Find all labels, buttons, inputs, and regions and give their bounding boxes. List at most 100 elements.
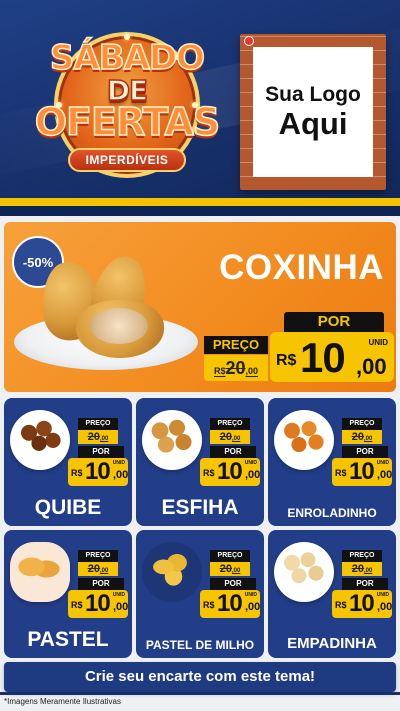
new-price-tag: R$ 10 ,00 UNID	[68, 458, 128, 486]
old-price: 20,00	[342, 562, 382, 576]
new-price-tag: R$ 10 ,00 UNID	[332, 458, 392, 486]
old-price-value: 20	[87, 563, 100, 575]
old-price-label: PREÇO	[342, 550, 382, 562]
old-price-cents: ,00	[231, 436, 241, 442]
new-price-value: 10	[85, 458, 111, 485]
new-price-cents: ,00	[356, 354, 387, 379]
new-price-tag: R$ 10 ,00 UNID	[200, 590, 260, 618]
currency: R$	[203, 468, 215, 478]
unit-label: UNID	[112, 592, 125, 598]
new-price-label: POR	[342, 446, 388, 458]
old-price-value: 20	[219, 431, 232, 443]
old-price-cents: ,00	[99, 568, 109, 574]
product-card-pastel[interactable]: PREÇO 20,00 POR R$ 10 ,00 UNID PASTEL	[4, 530, 132, 658]
old-price-cents: ,00	[363, 436, 373, 442]
unit-label: UNID	[244, 460, 257, 466]
old-price: 20,00	[210, 562, 250, 576]
coxinha-cut-image	[76, 300, 164, 358]
new-price-value: 10	[349, 458, 375, 485]
empadinha-image	[278, 548, 328, 590]
sabado-de-ofertas-badge: SÁBADO DE OFERTAS IMPERDÍVEIS	[28, 28, 226, 178]
old-price-label: PREÇO	[210, 418, 250, 430]
badge-ribbon: IMPERDÍVEIS	[68, 148, 186, 172]
new-price-label: POR	[210, 446, 256, 458]
logo-text-line-2: Aqui	[278, 106, 348, 141]
old-price-label: PREÇO	[210, 550, 250, 562]
new-price-tag: R$ 10 ,00 UNID	[200, 458, 260, 486]
product-name: EMPADINHA	[287, 635, 377, 652]
logo-placeholder[interactable]: Sua Logo Aqui	[253, 47, 373, 177]
header-stripe	[0, 198, 400, 206]
logo-text-line-1: Sua Logo	[265, 83, 361, 106]
new-price-value: 10	[300, 334, 346, 381]
disclaimer-text: *Imagens Meramente Ilustrativas	[4, 697, 121, 706]
new-price-label: POR	[342, 578, 388, 590]
old-price-cents: ,00	[99, 436, 109, 442]
header: SÁBADO DE OFERTAS IMPERDÍVEIS Sua Logo A…	[0, 0, 400, 216]
enroladinho-image	[278, 416, 328, 458]
esfiha-image	[146, 416, 196, 458]
quibe-image	[14, 416, 64, 458]
new-price-tag: R$ 10 ,00 UNID	[332, 590, 392, 618]
product-name: ENROLADINHO	[287, 506, 377, 520]
product-card-esfiha[interactable]: PREÇO 20,00 POR R$ 10 ,00 UNID ESFIHA	[136, 398, 264, 526]
old-price-label: PREÇO	[78, 418, 118, 430]
logo-frame: Sua Logo Aqui	[240, 34, 386, 190]
new-price-value: 10	[85, 590, 111, 617]
featured-product-title: COXINHA	[219, 248, 384, 287]
pastel-image	[14, 548, 64, 590]
unit-label: UNID	[376, 592, 389, 598]
product-name: ESFIHA	[161, 496, 239, 519]
new-price-value: 10	[349, 590, 375, 617]
old-price-value: 20	[225, 358, 246, 378]
new-price-label: POR	[78, 446, 124, 458]
old-price: 20,00	[78, 562, 118, 576]
old-price-value: 20	[219, 563, 232, 575]
product-card-enroladinho[interactable]: PREÇO 20,00 POR R$ 10 ,00 UNID ENROLADIN…	[268, 398, 396, 526]
old-price: 20,00	[342, 430, 382, 444]
old-price-label: PREÇO	[78, 550, 118, 562]
product-name: PASTEL	[27, 628, 109, 651]
product-grid: PREÇO 20,00 POR R$ 10 ,00 UNID QUIBE PRE…	[4, 398, 396, 658]
featured-product-coxinha[interactable]: -50% COXINHA PREÇO R$20,00 POR R$ 10 ,00…	[4, 222, 396, 392]
new-price-label: POR	[210, 578, 256, 590]
new-price-cents: ,00	[377, 469, 393, 481]
new-price-cents: ,00	[245, 469, 261, 481]
old-price-label: PREÇO	[342, 418, 382, 430]
unit-label: UNID	[244, 592, 257, 598]
new-price-cents: ,00	[377, 601, 393, 613]
old-price: 20,00	[78, 430, 118, 444]
new-price-cents: ,00	[245, 601, 261, 613]
unit-label: UNID	[376, 460, 389, 466]
currency: R$	[71, 468, 83, 478]
unit-label: UNID	[368, 338, 388, 347]
old-price: R$20,00	[204, 355, 268, 381]
new-price-tag: R$ 10 ,00 UNID	[270, 332, 394, 382]
old-price-cents: ,00	[245, 366, 259, 376]
old-price-cents: ,00	[231, 568, 241, 574]
bottom-bar	[0, 692, 400, 695]
new-price-label: POR	[284, 312, 384, 332]
currency: R$	[335, 600, 347, 610]
old-price-value: 20	[87, 431, 100, 443]
old-price-label: PREÇO	[204, 336, 268, 354]
new-price-tag: R$ 10 ,00 UNID	[68, 590, 128, 618]
currency: R$	[335, 468, 347, 478]
old-price-value: 20	[351, 563, 364, 575]
new-price-label: POR	[78, 578, 124, 590]
product-name: PASTEL DE MILHO	[145, 638, 255, 652]
product-name: QUIBE	[34, 496, 102, 519]
old-price-currency: R$	[213, 366, 226, 376]
badge-title-line-1: SÁBADO	[49, 37, 206, 79]
old-price: 20,00	[210, 430, 250, 444]
unit-label: UNID	[112, 460, 125, 466]
product-card-pastel-de-milho[interactable]: PREÇO 20,00 POR R$ 10 ,00 UNID PASTEL DE…	[136, 530, 264, 658]
product-card-quibe[interactable]: PREÇO 20,00 POR R$ 10 ,00 UNID QUIBE	[4, 398, 132, 526]
new-price-cents: ,00	[113, 601, 129, 613]
currency: R$	[203, 600, 215, 610]
badge-title-line-3: OFERTAS	[34, 99, 221, 145]
new-price-cents: ,00	[113, 469, 129, 481]
header-stripe-dark	[0, 206, 400, 216]
create-flyer-button[interactable]: Crie seu encarte com este tema!	[4, 662, 396, 692]
product-card-empadinha[interactable]: PREÇO 20,00 POR R$ 10 ,00 UNID EMPADINHA	[268, 530, 396, 658]
